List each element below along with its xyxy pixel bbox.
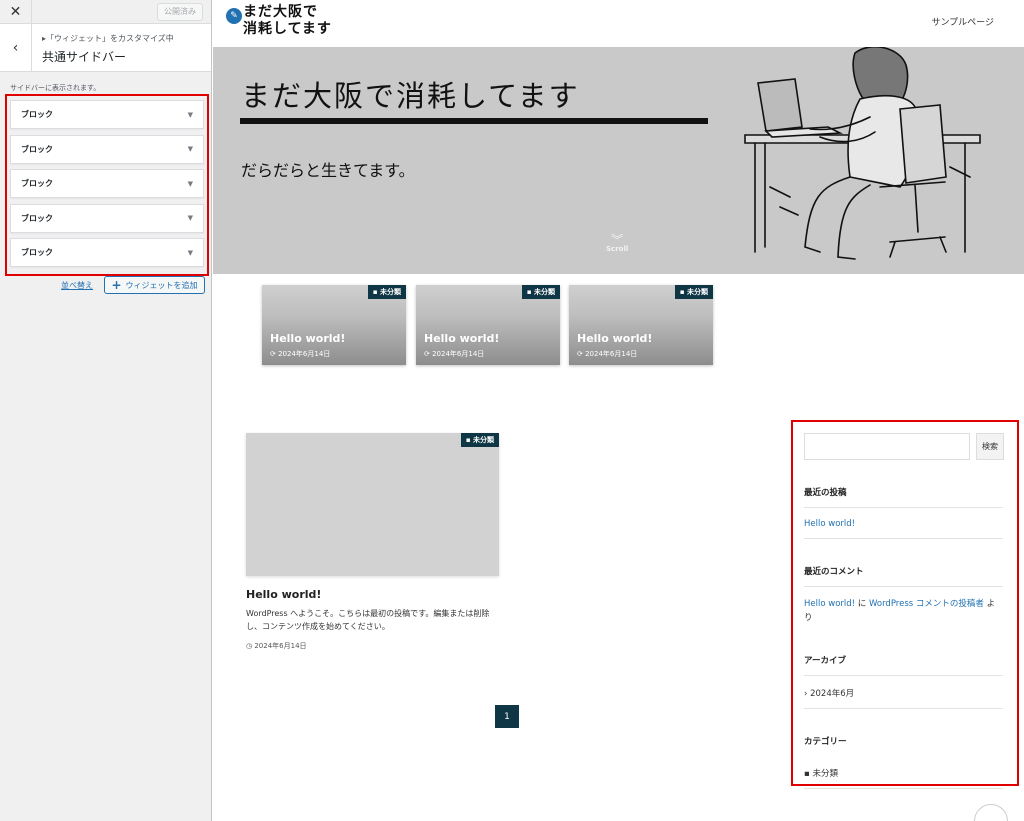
category-item[interactable]: ▪ 未分類 <box>804 756 1003 789</box>
recent-post-item: Hello world! <box>804 508 1003 539</box>
category-label: 未分類 <box>687 288 708 296</box>
scroll-label: Scroll <box>606 245 629 253</box>
card-title: Hello world! <box>270 332 346 345</box>
folder-icon: ▪ <box>804 769 810 779</box>
category-badge[interactable]: ▪ 未分類 <box>521 285 560 299</box>
caret-down-icon[interactable]: ▼ <box>188 145 193 153</box>
card-date: ⟳ 2024年6月14日 <box>577 350 638 358</box>
widget-label: ブロック <box>21 144 53 154</box>
search-button[interactable]: 検索 <box>976 433 1004 460</box>
caret-down-icon[interactable]: ▼ <box>188 214 193 222</box>
categories-heading: カテゴリー <box>804 737 847 747</box>
post-date: ◷ 2024年6月14日 <box>246 642 307 650</box>
sidebar: 検索 最近の投稿 Hello world! 最近のコメント Hello worl… <box>791 420 1019 789</box>
comment-author-link[interactable]: WordPress コメントの投稿者 <box>869 599 984 609</box>
post-card: ▪ 未分類 Hello world! WordPress へようこそ。こちらは最… <box>246 433 499 651</box>
archives-heading: アーカイブ <box>804 654 1003 676</box>
recent-posts-heading: 最近の投稿 <box>804 486 1003 508</box>
widget-list: ブロック ▼ ブロック ▼ ブロック ▼ ブロック ▼ ブロック ▼ <box>5 94 209 276</box>
nav-sample-page[interactable]: サンプルページ <box>931 15 994 28</box>
date-text: 2024年6月14日 <box>254 642 307 650</box>
post-title[interactable]: Hello world! <box>246 588 499 601</box>
card-date: ⟳ 2024年6月14日 <box>270 350 331 358</box>
comment-post-link[interactable]: Hello world! <box>804 599 855 609</box>
section-header: ‹ ▸「ウィジェット」をカスタマイズ中 共通サイドバー <box>0 24 211 72</box>
hero-title: まだ大阪で消耗してます <box>241 79 580 113</box>
category-badge[interactable]: ▪ 未分類 <box>674 285 713 299</box>
breadcrumb: ▸「ウィジェット」をカスタマイズ中 <box>42 34 174 43</box>
category-badge[interactable]: ▪ 未分類 <box>460 433 499 447</box>
caret-down-icon[interactable]: ▼ <box>188 180 193 188</box>
add-widget-button[interactable]: + ウィジェットを追加 <box>104 276 205 294</box>
hero-banner: まだ大阪で消耗してます だらだらと生きてます。 ︾ Scroll <box>213 47 1024 274</box>
date-text: 2024年6月14日 <box>278 350 331 358</box>
comment-connector: に <box>857 599 867 609</box>
featured-card[interactable]: ▪ 未分類 Hello world! ⟳ 2024年6月14日 <box>416 285 560 365</box>
breadcrumb-text: 「ウィジェット」をカスタマイズ中 <box>46 34 174 43</box>
date-text: 2024年6月14日 <box>432 350 485 358</box>
add-widget-label: ウィジェットを追加 <box>125 280 198 290</box>
back-icon[interactable]: ‹ <box>0 24 32 72</box>
card-date: ⟳ 2024年6月14日 <box>424 350 485 358</box>
widget-item[interactable]: ブロック ▼ <box>10 203 204 233</box>
caret-down-icon[interactable]: ▼ <box>188 111 193 119</box>
category-label: 未分類 <box>812 769 838 779</box>
category-label: 未分類 <box>380 288 401 296</box>
section-title: 共通サイドバー <box>42 50 127 64</box>
person-at-desk-illustration <box>744 47 981 260</box>
featured-card[interactable]: ▪ 未分類 Hello world! ⟳ 2024年6月14日 <box>262 285 406 365</box>
caret-down-icon[interactable]: ▼ <box>188 249 193 257</box>
sidebar-inner: 検索 最近の投稿 Hello world! 最近のコメント Hello worl… <box>804 433 1004 789</box>
category-badge[interactable]: ▪ 未分類 <box>367 285 406 299</box>
scroll-indicator[interactable]: ︾ Scroll <box>606 233 629 253</box>
reorder-link[interactable]: 並べ替え <box>61 280 93 291</box>
site-preview: ✎ まだ大阪で 消耗してます サンプルページ まだ大阪で消耗してます だらだらと… <box>213 0 1024 821</box>
back-to-top-button[interactable] <box>974 804 1008 821</box>
archive-item[interactable]: › 2024年6月 <box>804 676 1003 709</box>
card-title: Hello world! <box>424 332 500 345</box>
widget-label: ブロック <box>21 110 53 119</box>
customizer-panel: ✕ 公開済み ‹ ▸「ウィジェット」をカスタマイズ中 共通サイドバー サイドバー… <box>0 0 212 821</box>
recent-post-link[interactable]: Hello world! <box>804 519 855 529</box>
close-icon[interactable]: ✕ <box>0 0 32 24</box>
hero-subtitle: だらだらと生きてます。 <box>241 161 415 180</box>
search-input[interactable] <box>804 433 970 460</box>
widget-label: ブロック <box>21 248 53 257</box>
widget-label: ブロック <box>21 213 53 223</box>
pencil-icon[interactable]: ✎ <box>226 8 242 24</box>
plus-icon: + <box>111 278 122 292</box>
recent-comment-item: Hello world! に WordPress コメントの投稿者 より <box>804 587 1003 634</box>
widget-item[interactable]: ブロック ▼ <box>10 100 204 129</box>
search-form: 検索 <box>804 433 1004 460</box>
widget-item[interactable]: ブロック ▼ <box>10 134 204 164</box>
widget-item[interactable]: ブロック ▼ <box>10 238 204 267</box>
customizer-topbar: ✕ 公開済み <box>0 0 211 24</box>
site-logo[interactable]: まだ大阪で 消耗してます <box>243 4 332 38</box>
date-text: 2024年6月14日 <box>585 350 638 358</box>
widget-item[interactable]: ブロック ▼ <box>10 169 204 198</box>
category-label: 未分類 <box>473 436 494 444</box>
post-thumbnail[interactable]: ▪ 未分類 <box>246 433 499 576</box>
featured-card[interactable]: ▪ 未分類 Hello world! ⟳ 2024年6月14日 <box>569 285 713 365</box>
hero-divider <box>240 118 708 124</box>
publish-button[interactable]: 公開済み <box>157 3 203 21</box>
category-label: 未分類 <box>534 288 555 296</box>
recent-comments-heading: 最近のコメント <box>804 565 1003 587</box>
archive-label: 2024年6月 <box>810 689 855 699</box>
double-chevron-down-icon: ︾ <box>611 233 624 247</box>
card-title: Hello world! <box>577 332 653 345</box>
section-description: サイドバーに表示されます。 <box>10 84 101 92</box>
pagination-current[interactable]: 1 <box>495 705 519 728</box>
post-excerpt: WordPress へようこそ。こちらは最初の投稿です。編集または削除し、コンテ… <box>246 609 490 631</box>
site-header: ✎ まだ大阪で 消耗してます サンプルページ <box>213 0 1024 47</box>
chevron-right-icon: › <box>804 689 808 699</box>
widget-label: ブロック <box>21 179 53 188</box>
logo-line-1: まだ大阪で <box>243 4 318 20</box>
logo-line-2: 消耗してます <box>243 21 332 37</box>
